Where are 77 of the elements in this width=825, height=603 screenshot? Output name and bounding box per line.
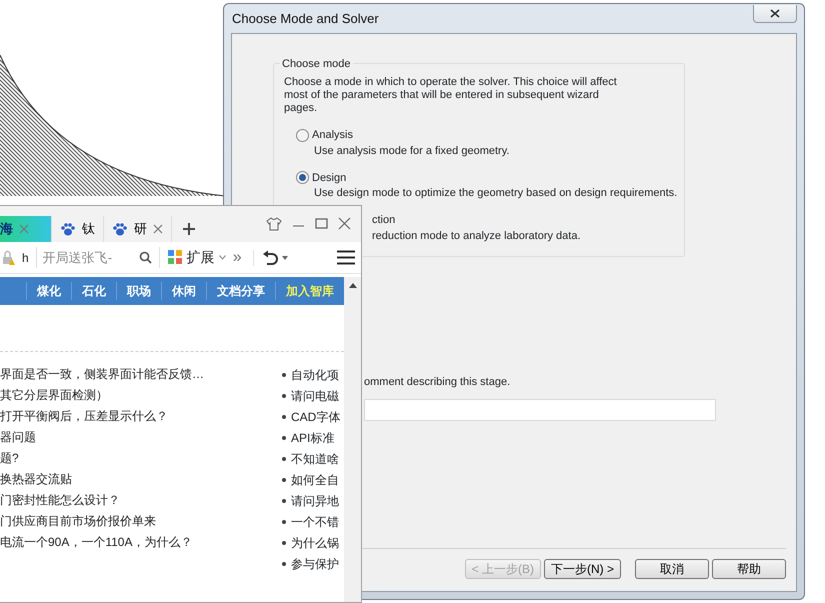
browser-tab[interactable]: 钛	[52, 216, 104, 242]
topic-link[interactable]: 请问电磁	[291, 386, 339, 404]
shirt-icon[interactable]	[266, 217, 282, 231]
tab-title: 研	[134, 220, 147, 238]
bullet-icon	[282, 498, 286, 502]
nav-link[interactable]: 休闲	[161, 282, 206, 300]
description-text: Choose a mode in which to operate the solver. This choice will affect most of the parameters that will be entered in subsequent wizard pages.	[284, 76, 618, 115]
lock-warning-icon	[0, 250, 15, 265]
tab-title: 钛	[82, 220, 95, 238]
option-description: Use design mode to optimize the geometry based on design requirements.	[314, 186, 678, 200]
topic-link[interactable]: 如何全自	[291, 470, 339, 488]
radio-button[interactable]	[296, 171, 309, 184]
topic-link[interactable]: 界面是否一致，侧装界面计能否反馈…	[0, 364, 282, 385]
paw-icon	[112, 222, 128, 236]
browser-tab[interactable]: 海	[0, 216, 52, 242]
bullet-icon	[282, 436, 286, 440]
search-icon[interactable]	[138, 251, 152, 264]
topic-link[interactable]: 参与保护	[291, 554, 339, 572]
browser-tab[interactable]: 研	[104, 216, 172, 242]
option-description: Use analysis mode for a fixed geometry.	[314, 144, 510, 158]
menu-icon[interactable]	[337, 250, 355, 265]
topic-link[interactable]: 门供应商目前市场价报价单来	[0, 511, 282, 532]
undo-button[interactable]	[252, 250, 288, 266]
bullet-icon	[282, 540, 286, 544]
close-icon[interactable]	[338, 217, 351, 230]
scroll-up-icon[interactable]	[348, 283, 356, 288]
wizard-button[interactable]: 取消	[635, 559, 709, 579]
topic-link[interactable]: 电流一个90A，一个110A，为什么？	[0, 532, 282, 553]
bullet-icon	[282, 520, 286, 524]
topic-link[interactable]: API标准	[291, 428, 334, 446]
topic-link[interactable]: 不知道啥	[291, 450, 339, 468]
topic-link[interactable]: 门密封性能怎么设计？	[0, 490, 282, 511]
maximize-icon[interactable]	[315, 217, 328, 230]
more-button[interactable]: »	[232, 246, 242, 270]
bullet-icon	[282, 394, 286, 398]
topic-link[interactable]: 自动化项	[291, 366, 339, 384]
option-label: ction	[372, 213, 396, 228]
nav-link[interactable]: 文档分享	[206, 282, 275, 300]
caret-icon	[282, 256, 288, 260]
scrollbar[interactable]	[344, 277, 361, 305]
caret-icon	[218, 255, 226, 260]
option-description: reduction mode to analyze laboratory data.	[372, 228, 581, 242]
nav-link[interactable]: 职场	[116, 282, 161, 300]
bullet-icon	[282, 456, 286, 460]
undo-icon	[262, 250, 278, 266]
wizard-button[interactable]: 帮助	[712, 559, 786, 579]
topic-link[interactable]: 为什么锅	[291, 534, 339, 552]
wizard-button[interactable]: 下一步(N) >	[544, 559, 621, 579]
close-button[interactable]	[753, 4, 797, 22]
close-icon	[770, 8, 780, 18]
topic-link[interactable]: CAD字体	[291, 408, 340, 426]
bullet-icon	[282, 562, 286, 566]
radio-button[interactable]	[296, 128, 309, 142]
bullet-icon	[282, 372, 286, 376]
address-text: h	[22, 250, 29, 266]
window-title: Choose Mode and Solver	[231, 10, 379, 28]
plus-icon[interactable]	[182, 222, 196, 236]
paw-icon	[60, 222, 76, 236]
topic-link[interactable]: 器问题	[0, 427, 282, 448]
tab-title: 海	[0, 220, 13, 238]
nav-link[interactable]: 石化	[71, 282, 116, 300]
topic-link[interactable]: 其它分层界面检测）	[0, 385, 282, 406]
topic-link[interactable]: 换热器交流贴	[0, 469, 282, 490]
bullet-icon	[282, 414, 286, 418]
nav-link[interactable]: 煤化	[26, 282, 71, 300]
topic-link[interactable]: 题?	[0, 448, 282, 469]
topic-link[interactable]: 一个不错	[291, 512, 339, 530]
topic-link[interactable]: 打开平衡阀后，压差显示什么？	[0, 406, 282, 427]
comment-label: omment describing this stage.	[364, 375, 512, 390]
bullet-icon	[282, 478, 286, 482]
close-icon[interactable]	[153, 224, 163, 234]
option-label: Analysis	[312, 128, 353, 143]
option-label: Design	[312, 170, 346, 186]
grid-icon	[168, 250, 183, 265]
topic-link[interactable]: 请问异地	[291, 492, 339, 510]
comment-field[interactable]	[364, 398, 716, 420]
extensions-button[interactable]: 扩展	[158, 247, 226, 268]
